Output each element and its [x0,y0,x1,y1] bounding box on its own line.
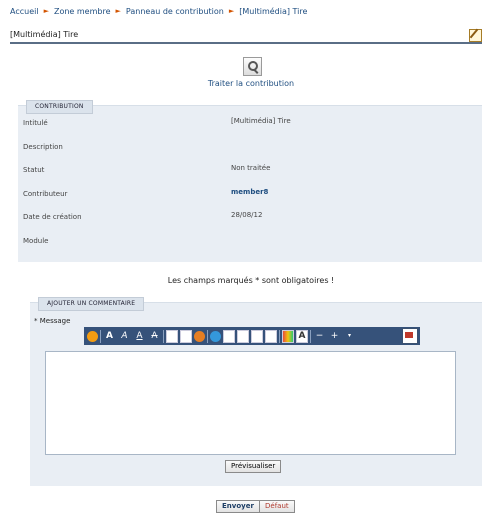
subtitle-icon[interactable] [180,329,192,343]
italic-icon[interactable]: A [118,330,131,343]
breadcrumb-current-link[interactable]: [Multimédia] Tire [239,7,307,16]
description-label: Description [23,143,63,151]
breadcrumb-contribution-panel-link[interactable]: Panneau de contribution [126,7,224,16]
magnifier-icon[interactable] [243,57,262,76]
message-label: * Message [34,317,71,325]
link-icon[interactable] [210,330,221,342]
strike-icon[interactable]: A [148,330,161,343]
breadcrumb: Accueil ► Zone membre ► Panneau de contr… [10,4,307,18]
warning-icon[interactable] [194,330,205,342]
toolbar-separator [163,329,164,343]
page-title-bar: [Multimédia] Tire [10,28,482,44]
breadcrumb-separator-icon: ► [228,7,235,15]
breadcrumb-separator-icon: ► [115,7,121,15]
toggle-more-icon[interactable] [402,328,418,344]
contribution-legend: CONTRIBUTION [26,100,93,114]
title-label: Intitulé [23,119,48,127]
title-icon[interactable] [166,329,178,343]
smiley-icon[interactable] [87,330,98,342]
page-title: [Multimédia] Tire [10,30,79,39]
bold-icon[interactable]: A [103,330,116,343]
toolbar-separator [310,329,311,343]
status-value: Non traitée [231,164,271,172]
image-icon[interactable] [223,329,235,343]
color-icon[interactable] [282,329,294,343]
size-increase-icon[interactable]: + [328,330,341,343]
treat-contribution-link[interactable]: Traiter la contribution [0,79,491,88]
more-icon[interactable]: ▾ [343,330,356,343]
breadcrumb-home-link[interactable]: Accueil [10,7,39,16]
breadcrumb-separator-icon: ► [43,7,49,15]
code-icon[interactable] [251,329,263,343]
status-label: Statut [23,166,45,174]
font-icon[interactable]: A [296,329,308,343]
contributor-label: Contributeur [23,190,68,198]
toolbar-separator [279,329,280,343]
title-value: [Multimédia] Tire [231,117,291,125]
contribution-fieldset: CONTRIBUTION Intitulé [Multimédia] Tire … [18,100,482,262]
edit-icon[interactable] [469,29,482,42]
reset-button[interactable]: Défaut [259,500,295,513]
underline-icon[interactable]: A [133,330,146,343]
toolbar-separator [207,329,208,343]
required-fields-note: Les champs marqués * sont obligatoires ! [167,276,335,285]
quote-icon[interactable] [237,329,249,343]
module-label: Module [23,237,49,245]
editor-toolbar: A A A A A − + ▾ [84,327,420,345]
list-icon[interactable] [265,329,277,343]
toolbar-separator [100,329,101,343]
creation-date-value: 28/08/12 [231,211,263,219]
breadcrumb-member-zone-link[interactable]: Zone membre [54,7,111,16]
send-button[interactable]: Envoyer [216,500,260,513]
comment-legend: AJOUTER UN COMMENTAIRE [38,297,145,311]
size-decrease-icon[interactable]: − [313,330,326,343]
preview-button[interactable]: Prévisualiser [225,460,282,473]
message-textarea[interactable] [45,351,456,455]
comment-fieldset: AJOUTER UN COMMENTAIRE * Message A A A A… [30,297,482,486]
contributor-link[interactable]: member8 [231,188,268,196]
creation-date-label: Date de création [23,213,82,221]
